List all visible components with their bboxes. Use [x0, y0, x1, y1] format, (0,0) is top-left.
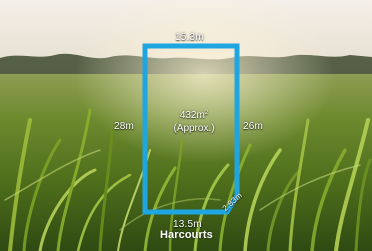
area-approx-note: (Approx.)	[173, 123, 215, 134]
top-edge-label: 15.3m	[175, 32, 204, 43]
brand-watermark: Harcourts	[160, 229, 213, 241]
left-edge-label: 28m	[114, 121, 135, 132]
right-edge-label: 26m	[243, 121, 264, 132]
area-value: 432m2	[179, 110, 209, 121]
site-plan-image: 15.3m 28m 26m 13.5m 2.83m 432m2 (Approx.…	[0, 0, 372, 251]
area-label: 432m2 (Approx.)	[151, 109, 237, 135]
